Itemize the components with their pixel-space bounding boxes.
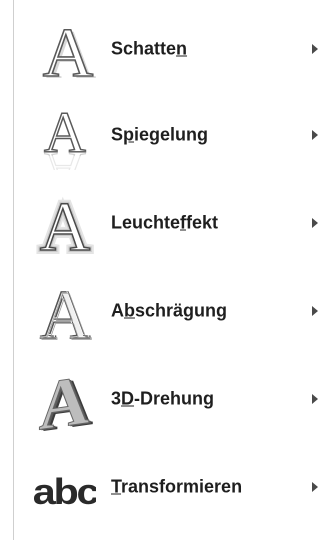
text-effects-menu: A A Schatten A A Spiegelung A A A Leucht… <box>0 0 332 540</box>
svg-text:abc: abc <box>34 472 96 512</box>
transform-effect-icon: abc <box>34 472 96 512</box>
submenu-arrow-icon <box>312 130 318 140</box>
submenu-arrow-icon <box>312 482 318 492</box>
menu-item-schatten[interactable]: A A Schatten <box>14 6 332 92</box>
menu-item-abschraegung[interactable]: A A A Abschrägung <box>14 268 332 354</box>
svg-text:A: A <box>43 15 94 84</box>
submenu-arrow-icon <box>312 44 318 54</box>
reflection-effect-icon: A A <box>34 100 96 170</box>
svg-text:A: A <box>39 364 90 434</box>
menu-item-label: 3D-Drehung <box>111 388 215 409</box>
menu-item-transformieren[interactable]: abc Transformieren <box>14 444 332 530</box>
shadow-effect-icon: A A <box>42 14 96 84</box>
submenu-arrow-icon <box>312 394 318 404</box>
menu-item-label: Schatten <box>111 38 188 59</box>
bevel-effect-icon: A A A <box>38 276 92 347</box>
menu-item-label: Transformieren <box>111 476 243 497</box>
3d-rotation-effect-icon: A A A <box>38 364 93 434</box>
menu-item-label: Spiegelung <box>111 124 209 145</box>
submenu-arrow-icon <box>312 218 318 228</box>
submenu-arrow-icon <box>312 306 318 316</box>
menu-item-leuchteffekt[interactable]: A A A Leuchteffekt <box>14 180 332 266</box>
menu-item-3d-drehung[interactable]: A A A 3D-Drehung <box>14 356 332 442</box>
glow-effect-icon: A A A <box>36 188 95 258</box>
menu-item-label: Abschrägung <box>111 300 228 321</box>
menu-item-label: Leuchteffekt <box>111 212 219 233</box>
svg-text:A: A <box>41 279 92 347</box>
svg-text:A: A <box>40 189 91 258</box>
menu-item-spiegelung[interactable]: A A Spiegelung <box>14 92 332 178</box>
